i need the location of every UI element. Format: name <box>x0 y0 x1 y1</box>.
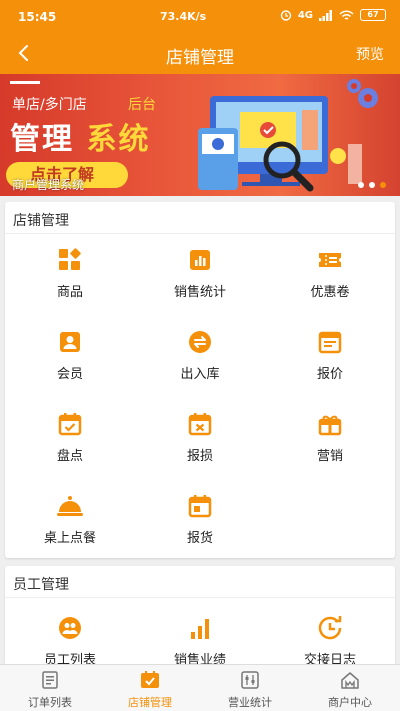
tab-label: 订单列表 <box>28 696 72 709</box>
menu-item-products[interactable]: 商品 <box>5 246 135 316</box>
staff-group-icon <box>59 617 81 639</box>
signal-bars-icon <box>191 619 209 639</box>
store-management-card: 店铺管理 商品 销售统计 优惠卷 会员 出入库 报价 盘点 报损 营销 桌上点餐 <box>5 202 395 558</box>
menu-item-label: 报损 <box>186 449 213 464</box>
menu-item-stock-io[interactable]: 出入库 <box>135 328 265 398</box>
section-title-staff: 员工管理 <box>13 577 69 593</box>
menu-item-label: 会员 <box>56 367 83 382</box>
menu-item-goods-report[interactable]: 报货 <box>135 492 265 562</box>
banner-headline-white: 管理 <box>10 122 74 157</box>
banner-illustration <box>198 79 378 192</box>
menu-item-members[interactable]: 会员 <box>5 328 135 398</box>
calendar-check-icon <box>58 413 82 436</box>
grid-cube-icon <box>59 248 81 270</box>
menu-item-quotes[interactable]: 报价 <box>265 328 395 398</box>
menu-item-table-ordering[interactable]: 桌上点餐 <box>5 492 135 562</box>
calendar-report-icon <box>188 495 212 518</box>
menu-item-label: 报价 <box>316 367 343 382</box>
battery-indicator: 67 <box>360 9 386 21</box>
menu-item-label: 报货 <box>186 531 213 546</box>
tab-label: 营业统计 <box>228 696 272 709</box>
home-icon <box>341 672 359 689</box>
signal-type: 4G <box>297 9 313 21</box>
divider <box>5 233 395 234</box>
carousel-dot[interactable] <box>369 182 375 188</box>
tab-business-stats[interactable]: 营业统计 <box>200 665 300 711</box>
section-title-store: 店铺管理 <box>13 213 69 229</box>
menu-item-marketing[interactable]: 营销 <box>265 410 395 480</box>
coupon-icon <box>319 253 341 267</box>
tab-order-list[interactable]: 订单列表 <box>0 665 100 711</box>
order-list-icon <box>42 671 58 689</box>
cell-signal-icon <box>319 9 332 21</box>
menu-item-label: 商品 <box>56 285 83 300</box>
menu-item-label: 优惠卷 <box>310 285 350 300</box>
banner-headline-yellow: 系统 <box>86 122 151 157</box>
stats-sliders-icon <box>241 671 259 689</box>
wifi-icon <box>339 9 354 20</box>
banner-subtitle: 单店/多门店 <box>12 97 87 113</box>
banner-headline: 管理 系统 <box>10 114 150 158</box>
alarm-icon <box>280 10 292 21</box>
network-speed: 73.4K/s <box>160 10 207 23</box>
member-card-icon <box>60 332 80 352</box>
menu-item-coupons[interactable]: 优惠卷 <box>265 246 395 316</box>
bar-chart-icon <box>190 250 210 270</box>
calendar-x-icon <box>188 413 212 436</box>
quote-document-icon <box>318 331 342 354</box>
bottom-tab-bar: 订单列表 店铺管理 营业统计 商户中心 <box>0 664 400 711</box>
carousel-dot-active[interactable] <box>380 182 386 188</box>
menu-item-inventory-check[interactable]: 盘点 <box>5 410 135 480</box>
banner-caption: 商户管理系统 <box>12 178 85 192</box>
promo-banner[interactable]: 单店/多门店 后台 管理 系统 点击了解 商户管理系统 <box>0 74 400 196</box>
gift-icon <box>318 415 342 436</box>
banner-accent-line <box>10 81 40 84</box>
menu-item-label: 销售统计 <box>173 285 226 300</box>
carousel-dot[interactable] <box>358 182 364 188</box>
menu-item-damage-report[interactable]: 报损 <box>135 410 265 480</box>
tab-label: 店铺管理 <box>128 696 172 709</box>
menu-item-sales-stats[interactable]: 销售统计 <box>135 246 265 316</box>
tab-merchant-center[interactable]: 商户中心 <box>300 665 400 711</box>
cloche-icon <box>57 496 83 516</box>
menu-item-label: 营销 <box>316 449 343 464</box>
page-title: 店铺管理 <box>166 48 234 68</box>
preview-button[interactable]: 预览 <box>356 44 384 64</box>
menu-item-label: 盘点 <box>56 449 83 464</box>
clock-refresh-icon <box>318 616 342 640</box>
store-check-icon <box>141 671 159 688</box>
nav-bar: 店铺管理 预览 <box>0 34 400 74</box>
transfer-arrows-icon <box>189 331 211 353</box>
menu-item-label: 出入库 <box>180 367 220 382</box>
status-icons: 4G 67 <box>280 9 386 21</box>
menu-item-label: 桌上点餐 <box>43 531 96 546</box>
status-time: 15:45 <box>18 10 57 24</box>
staff-management-card: 员工管理 员工列表 销售业绩 交接日志 <box>5 566 395 668</box>
status-bar: 15:45 73.4K/s 4G 67 <box>0 0 400 34</box>
carousel-indicator <box>358 182 386 188</box>
divider <box>5 597 395 598</box>
tab-store-management[interactable]: 店铺管理 <box>100 665 200 711</box>
banner-subtitle-highlight: 后台 <box>128 97 156 113</box>
tab-label: 商户中心 <box>328 696 372 709</box>
